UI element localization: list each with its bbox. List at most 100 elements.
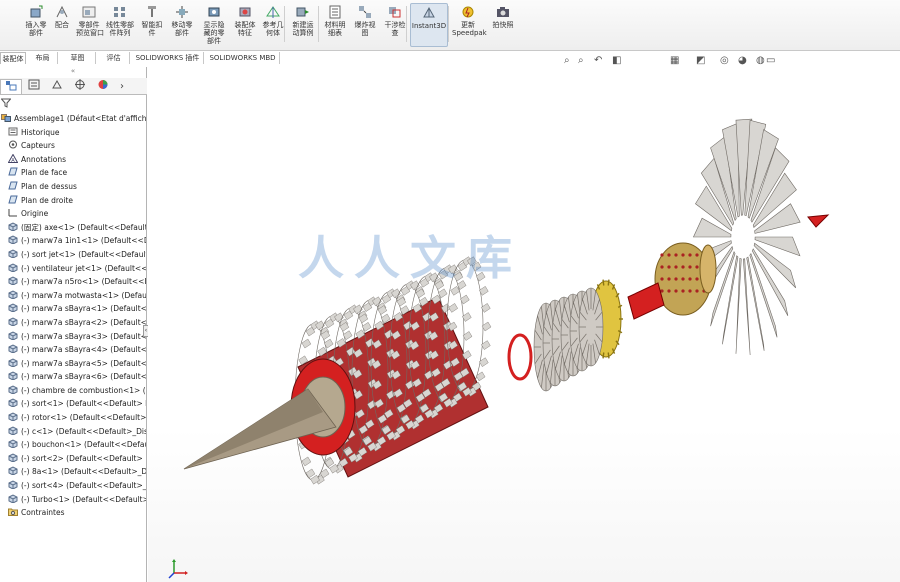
edit-appearance-icon[interactable]: ◕ xyxy=(738,54,747,68)
red-coil xyxy=(507,333,533,381)
mate-button[interactable]: 配合 xyxy=(52,3,72,47)
tree-item[interactable]: (-) c<1> (Default<<Default>_Disp xyxy=(0,425,146,439)
exploded-view-button[interactable]: 爆炸视 图 xyxy=(352,3,378,47)
interference-check-button[interactable]: 干涉检 查 xyxy=(382,3,408,47)
tree-item[interactable]: (-) marw7a n5ro<1> (Default<<D xyxy=(0,275,146,289)
part-icon xyxy=(8,222,18,231)
insert-component-button[interactable]: 插入零 部件 xyxy=(22,3,50,47)
display-style-icon[interactable]: ◩ xyxy=(696,54,705,68)
tree-root-assembly[interactable]: Assemblage1 (Défaut<Etat d'affichag xyxy=(0,112,146,126)
move-component-button[interactable]: 移动零 部件 xyxy=(168,3,196,47)
assembly-feature-button[interactable]: 装配体 特征 xyxy=(231,3,259,47)
move-component-icon xyxy=(176,6,188,18)
part-icon xyxy=(8,412,18,422)
tree-item[interactable]: (-) sort<1> (Default<<Default> D xyxy=(0,397,146,411)
motion-study-button[interactable]: 新建运 动算例 xyxy=(288,3,318,47)
tree-item[interactable]: (-) marw7a sBayra<4> (Default<< xyxy=(0,343,146,357)
tree-item-label: (-) c<1> (Default<<Default>_Disp xyxy=(21,426,146,436)
bom-button[interactable]: 材料明 细表 xyxy=(322,3,348,47)
dimxpert-tab[interactable] xyxy=(69,79,91,94)
tree-item[interactable]: (-) 8a<1> (Default<<Default>_Disp xyxy=(0,465,146,479)
tab-evaluate[interactable]: 评估 xyxy=(98,52,130,64)
tab-solidworks-mbd[interactable]: SOLIDWORKS MBD xyxy=(206,52,280,64)
tree-item[interactable]: (-) sort jet<1> (Default<<Default> xyxy=(0,248,146,262)
tree-item[interactable]: Plan de droite xyxy=(0,194,146,208)
tree-item[interactable]: (-) marw7a sBayra<2> (Default<< xyxy=(0,316,146,330)
display-manager-tab[interactable] xyxy=(92,79,114,94)
view-orientation-icon[interactable]: ▦ xyxy=(670,54,679,68)
tree-item[interactable]: Plan de face xyxy=(0,166,146,180)
tree-item[interactable]: (-) sort<2> (Default<<Default> xyxy=(0,452,146,466)
tree-item-label: Plan de face xyxy=(21,168,68,178)
collapse-toggle[interactable]: « xyxy=(0,67,146,78)
zoom-area-icon[interactable]: ⌕ xyxy=(578,54,584,68)
tree-item[interactable]: (-) chambre de combustion<1> (D xyxy=(0,384,146,398)
tab-assembly[interactable]: 装配体 xyxy=(0,52,26,64)
jet-engine-model[interactable] xyxy=(148,67,900,582)
tree-item[interactable]: (-) marw7a sBayra<3> (Default<< xyxy=(0,330,146,344)
tree-item[interactable]: (-) ventilateur jet<1> (Default<<De xyxy=(0,262,146,276)
tree-item[interactable]: (-) marw7a 1in1<1> (Default<<Def xyxy=(0,234,146,248)
part-icon xyxy=(8,303,18,313)
reference-geometry-button[interactable]: 参考几 何体 xyxy=(261,3,285,47)
tree-item-label: Plan de droite xyxy=(21,195,74,205)
previous-view-icon[interactable]: ↶ xyxy=(594,54,602,68)
expand-tabs-icon[interactable]: › xyxy=(115,79,129,94)
show-hidden-icon xyxy=(208,7,220,17)
origin-icon xyxy=(8,209,17,217)
show-hidden-button[interactable]: 显示隐 藏的零 部件 xyxy=(200,3,228,47)
manager-tabs: › xyxy=(0,78,147,95)
tree-item[interactable]: (固定) axe<1> (Default<<Default> xyxy=(0,221,146,235)
housing-hole xyxy=(667,253,671,257)
smart-fastener-button[interactable]: 智能扣 件 xyxy=(140,3,164,47)
part-icon xyxy=(8,290,18,299)
tab-sketch[interactable]: 草图 xyxy=(60,52,96,64)
speedpak-button[interactable]: 更新 Speedpak xyxy=(452,3,487,47)
tree-item[interactable]: (-) marw7a motwasta<1> (Default xyxy=(0,289,146,303)
heads-up-view-toolbar: ⌕ ⌕ ↶ ◧ ▦ ◩ ◎ ◕ ◍ ▭ xyxy=(560,54,790,68)
tree-item[interactable]: (-) Turbo<1> (Default<<Default> xyxy=(0,493,146,507)
housing-hole xyxy=(695,289,699,293)
linear-pattern-button[interactable]: 线性零部 件阵列 xyxy=(104,3,136,47)
tree-item[interactable]: (-) bouchon<1> (Default<<Defaul xyxy=(0,438,146,452)
gear-tooth xyxy=(607,279,610,286)
tree-item[interactable]: Contraintes xyxy=(0,506,146,520)
section-view-icon[interactable]: ◧ xyxy=(612,54,621,68)
component-preview-button[interactable]: 零部件 预览窗口 xyxy=(76,3,104,47)
command-manager-tabs: 装配体 布局 草图 评估 SOLIDWORKS 插件 SOLIDWORKS MBD xyxy=(0,51,285,65)
tree-item[interactable]: (-) rotor<1> (Default<<Default> xyxy=(0,411,146,425)
view-settings-icon[interactable]: ▭ xyxy=(766,54,775,68)
tree-item[interactable]: A Annotations xyxy=(0,153,146,167)
tree-item-label: (-) marw7a sBayra<2> (Default<< xyxy=(21,317,146,327)
hide-show-icon[interactable]: ◎ xyxy=(720,54,729,68)
housing-hole xyxy=(667,265,671,269)
scene-icon[interactable]: ◍ xyxy=(756,54,765,68)
tree-item[interactable]: Capteurs xyxy=(0,139,146,153)
featuremanager-tab[interactable] xyxy=(0,79,22,94)
zoom-to-fit-icon[interactable]: ⌕ xyxy=(564,54,570,68)
tree-item[interactable]: Historique xyxy=(0,126,146,140)
assembly-icon xyxy=(1,114,11,122)
tree-item[interactable]: (-) sort<4> (Default<<Default>_D xyxy=(0,479,146,493)
tree-item-label: (-) chambre de combustion<1> (D xyxy=(21,385,146,395)
mate-label: 配合 xyxy=(55,21,69,29)
instant3d-button[interactable]: Instant3D xyxy=(410,3,448,47)
configurationmanager-tab[interactable] xyxy=(46,79,68,94)
snapshot-button[interactable]: 拍快照 xyxy=(488,3,518,47)
filter-icon[interactable] xyxy=(0,98,12,111)
tab-solidworks-addins[interactable]: SOLIDWORKS 插件 xyxy=(132,52,204,64)
tree-item[interactable]: Origine xyxy=(0,207,146,221)
motion-study-label: 新建运 动算例 xyxy=(292,21,314,37)
tree-item-label: Contraintes xyxy=(21,508,65,518)
bom-label: 材料明 细表 xyxy=(324,21,346,37)
tree-item-label: (-) marw7a sBayra<3> (Default<< xyxy=(21,331,146,341)
tree-item[interactable]: Plan de dessus xyxy=(0,180,146,194)
graphics-area[interactable]: 人人文库 xyxy=(148,67,900,582)
interference-check-label: 干涉检 查 xyxy=(384,21,406,37)
tree-item[interactable]: (-) marw7a sBayra<1> (Default<< xyxy=(0,302,146,316)
tree-item-label: (-) bouchon<1> (Default<<Defaul xyxy=(21,440,146,450)
tree-item[interactable]: (-) marw7a sBayra<6> (Default<< xyxy=(0,370,146,384)
tab-layout[interactable]: 布局 xyxy=(28,52,58,64)
tree-item[interactable]: (-) marw7a sBayra<5> (Default<< xyxy=(0,357,146,371)
propertymanager-tab[interactable] xyxy=(23,79,45,94)
